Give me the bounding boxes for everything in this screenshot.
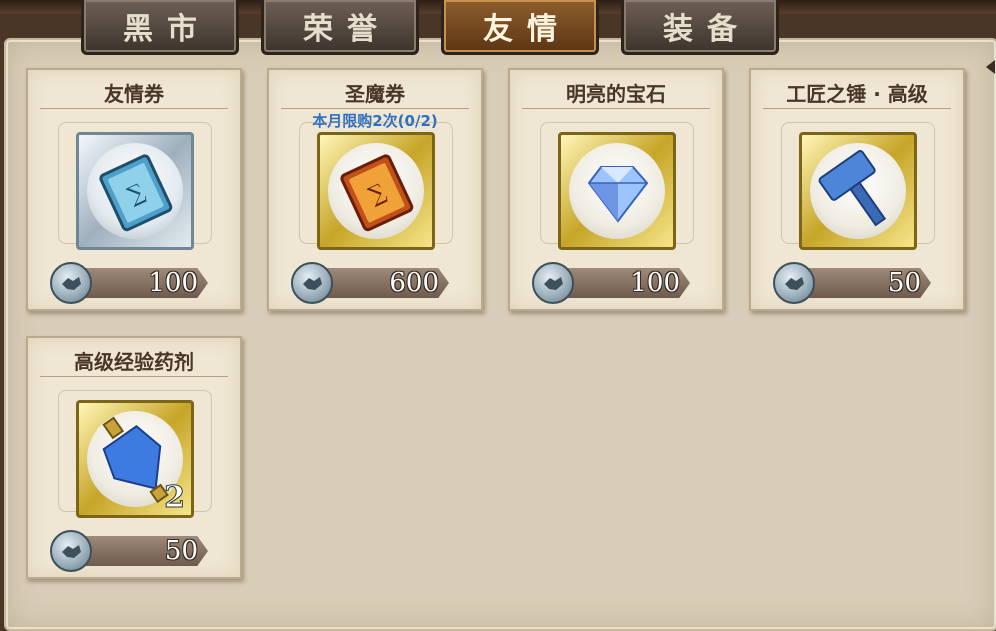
shop-item-craftsman-hammer[interactable]: 工匠之锤 · 高级 50 — [749, 68, 965, 311]
friendship-coin-icon — [50, 530, 92, 572]
item-price: 50 — [164, 536, 198, 566]
shop-item-exp-potion[interactable]: 高级经验药剂 2 50 — [26, 336, 242, 579]
friendship-coin-icon — [532, 262, 574, 304]
item-name: 圣魔券 — [345, 82, 405, 106]
item-name: 明亮的宝石 — [566, 82, 666, 106]
shop-item-holy-demon-ticket[interactable]: 圣魔券 本月限购2次(0/2) ∑ 600 — [267, 68, 483, 311]
divider — [40, 108, 228, 109]
item-quantity: 2 — [164, 480, 186, 516]
scroll-right-icon[interactable] — [986, 60, 995, 74]
friendship-coin-icon — [50, 262, 92, 304]
item-name: 工匠之锤 · 高级 — [786, 82, 928, 106]
item-frame: ∑ — [76, 132, 194, 250]
tab-black-market[interactable]: 黑市 — [81, 0, 239, 55]
item-frame — [799, 132, 917, 250]
friendship-coin-icon — [291, 262, 333, 304]
gem-icon — [587, 166, 649, 223]
item-frame — [558, 132, 676, 250]
item-price: 100 — [630, 268, 680, 298]
friendship-coin-icon — [773, 262, 815, 304]
divider — [40, 376, 228, 377]
tab-friendship[interactable]: 友情 — [441, 0, 599, 55]
item-name: 友情券 — [104, 82, 164, 106]
divider — [281, 108, 469, 109]
ticket-silver-icon: ∑ — [99, 154, 173, 232]
divider — [522, 108, 710, 109]
divider — [763, 108, 951, 109]
item-frame: ∑ — [317, 132, 435, 250]
shop-item-friendship-ticket[interactable]: 友情券 ∑ 100 — [26, 68, 242, 311]
ticket-gold-icon: ∑ — [340, 154, 414, 232]
tab-honor[interactable]: 荣誉 — [261, 0, 419, 55]
shop-item-bright-gem[interactable]: 明亮的宝石 100 — [508, 68, 724, 311]
item-name: 高级经验药剂 — [74, 350, 194, 374]
item-price: 600 — [389, 268, 439, 298]
tab-equipment[interactable]: 装备 — [621, 0, 779, 55]
item-price: 100 — [148, 268, 198, 298]
item-frame: 2 — [76, 400, 194, 518]
item-price: 50 — [887, 268, 921, 298]
hammer-icon — [818, 150, 887, 227]
